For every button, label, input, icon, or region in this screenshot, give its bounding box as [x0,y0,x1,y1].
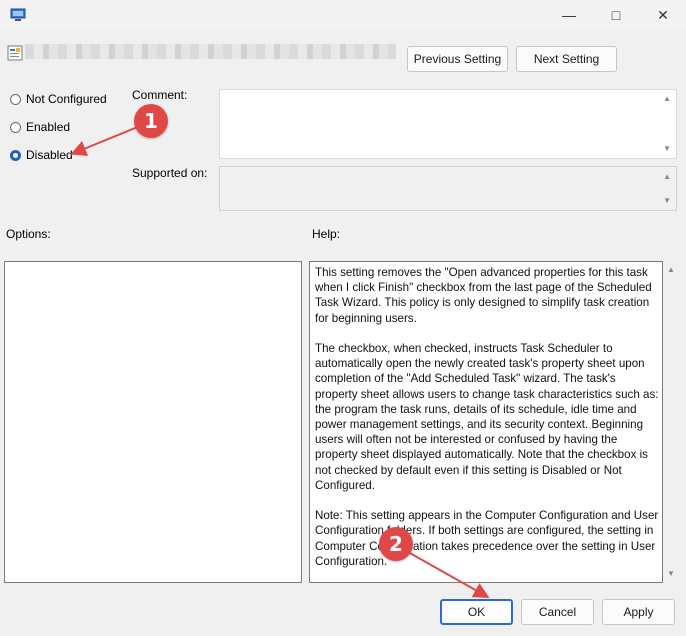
radio-enabled[interactable]: Enabled [10,120,70,134]
arrow-1 [70,125,141,156]
scroll-up-icon[interactable]: ▲ [663,95,671,103]
help-paragraph: The checkbox, when checked, instructs Ta… [315,342,659,492]
radio-not-configured[interactable]: Not Configured [10,92,107,106]
radio-circle[interactable] [10,121,21,133]
close-icon: ✕ [657,6,669,23]
help-label: Help: [312,227,341,241]
radio-circle-selected[interactable] [10,149,21,161]
scroll-up-icon[interactable]: ▲ [667,266,675,274]
minimize-icon: — [562,7,576,23]
maximize-button[interactable]: □ [593,0,639,30]
radio-disabled[interactable]: Disabled [10,148,73,162]
step-marker-1: 1 [134,104,168,138]
maximize-icon: □ [611,7,621,23]
radio-label: Enabled [26,120,71,134]
help-panel: This setting removes the "Open advanced … [309,261,663,583]
scroll-up-icon[interactable]: ▲ [663,173,671,181]
radio-circle[interactable] [10,93,21,105]
help-paragraph: Note: This setting appears in the Comput… [315,509,659,568]
setting-name-blurred [25,44,396,59]
cancel-button[interactable]: Cancel [521,599,594,625]
comment-textarea[interactable]: ▲ ▼ [219,89,677,159]
scroll-down-icon[interactable]: ▼ [667,570,675,578]
supported-on-field: ▲ ▼ [219,166,677,211]
minimize-button[interactable]: — [546,0,592,30]
scroll-down-icon[interactable]: ▼ [663,197,671,205]
setting-icon [7,45,23,61]
options-label: Options: [6,227,51,241]
supported-on-label: Supported on: [132,166,208,180]
help-scrollbar[interactable]: ▲ ▼ [663,261,678,583]
radio-label: Disabled [26,148,73,162]
radio-label: Not Configured [26,92,107,106]
comment-label: Comment: [132,88,188,102]
title-bar: — □ ✕ [0,0,686,30]
policy-app-icon [10,8,26,21]
previous-setting-button[interactable]: Previous Setting [407,46,508,72]
ok-button[interactable]: OK [440,599,513,625]
next-setting-button[interactable]: Next Setting [516,46,617,72]
options-panel [4,261,302,583]
close-button[interactable]: ✕ [640,0,686,30]
scroll-down-icon[interactable]: ▼ [663,145,671,153]
help-paragraph: This setting removes the "Open advanced … [315,266,652,325]
apply-button[interactable]: Apply [602,599,675,625]
help-text: This setting removes the "Open advanced … [315,265,659,584]
step-marker-2: 2 [379,527,413,561]
